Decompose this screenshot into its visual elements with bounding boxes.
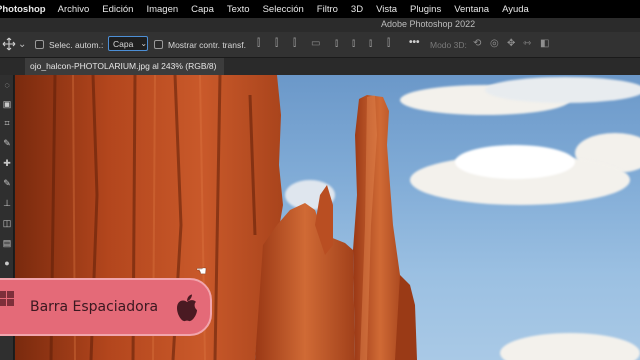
menu-view[interactable]: Vista (376, 4, 397, 15)
move-tool-icon[interactable] (2, 37, 16, 53)
lasso-tool-icon[interactable]: ◌ (1, 79, 13, 91)
apple-icon (174, 293, 200, 328)
eyedropper-tool-icon[interactable]: ✎ (1, 137, 13, 149)
object-select-tool-icon[interactable]: ▣ (1, 98, 13, 110)
document-tab[interactable]: ojo_halcon-PHOTOLARIUM.jpg al 243% (RGB/… (25, 58, 225, 75)
crop-tool-icon[interactable]: ⌗ (1, 117, 13, 129)
menu-type[interactable]: Texto (227, 4, 250, 15)
menu-plugins[interactable]: Plugins (410, 4, 441, 15)
options-bar: ⌄ Selec. autom.: Capa ⌄ Mostrar contr. t… (0, 32, 640, 58)
gradient-tool-icon[interactable]: ▤ (1, 237, 13, 249)
align-left-icon[interactable]: ⫿ (257, 38, 260, 50)
menu-window[interactable]: Ventana (454, 4, 489, 15)
orbit-3d-icon[interactable]: ⟲ (473, 38, 481, 50)
show-transform-checkbox[interactable] (154, 40, 163, 49)
align-right-icon[interactable]: ⫿ (293, 38, 296, 50)
auto-select-target-value: Capa (113, 38, 134, 49)
menu-bar: Photoshop Archivo Edición Imagen Capa Te… (0, 0, 640, 18)
chevron-down-icon: ⌄ (140, 39, 148, 48)
tool-preset-chevron-icon[interactable]: ⌄ (18, 39, 26, 51)
window-title-bar: Adobe Photoshop 2022 (0, 18, 640, 32)
dodge-tool-icon[interactable]: ● (1, 257, 13, 269)
hand-cursor-icon: ☚ (196, 264, 207, 278)
document-tab-label: ojo_halcon-PHOTOLARIUM.jpg al 243% (RGB/… (30, 61, 217, 71)
distribute-horizontal-icon[interactable]: ⫿ (387, 38, 390, 50)
menu-3d[interactable]: 3D (351, 4, 363, 15)
show-transform-label: Mostrar contr. transf. (168, 40, 246, 50)
distribute-vertical-icon[interactable]: ⫾ (369, 38, 372, 50)
menu-file[interactable]: Archivo (58, 4, 90, 15)
document-tab-bar: ojo_halcon-PHOTOLARIUM.jpg al 243% (RGB/… (0, 58, 640, 75)
keyboard-shortcut-overlay: Barra Espaciadora (0, 278, 212, 336)
shortcut-key-label: Barra Espaciadora (30, 299, 159, 315)
window-title: Adobe Photoshop 2022 (381, 19, 476, 29)
spot-healing-tool-icon[interactable]: ✚ (1, 157, 13, 169)
menu-app-name[interactable]: Photoshop (0, 4, 46, 15)
slide-3d-icon[interactable]: ⇿ (523, 38, 531, 50)
menu-filter[interactable]: Filtro (317, 4, 338, 15)
more-icon[interactable]: ••• (409, 37, 420, 49)
menu-select[interactable]: Selección (263, 4, 304, 15)
menu-image[interactable]: Imagen (146, 4, 178, 15)
menu-layer[interactable]: Capa (191, 4, 214, 15)
mode3d-label: Modo 3D: (430, 40, 467, 50)
auto-select-target-dropdown[interactable]: Capa ⌄ (108, 36, 148, 51)
clone-stamp-tool-icon[interactable]: ⊥ (1, 197, 13, 209)
align-top-icon[interactable]: ▭ (311, 38, 320, 50)
auto-select-checkbox[interactable] (35, 40, 44, 49)
align-vertical-center-icon[interactable]: ⫾ (335, 38, 338, 50)
auto-select-label: Selec. autom.: (49, 40, 104, 50)
brush-tool-icon[interactable]: ✎ (1, 177, 13, 189)
align-bottom-icon[interactable]: ⫾ (352, 38, 355, 50)
menu-edit[interactable]: Edición (102, 4, 133, 15)
menu-help[interactable]: Ayuda (502, 4, 529, 15)
pan-3d-icon[interactable]: ✥ (507, 38, 515, 50)
windows-icon (0, 290, 14, 313)
scale-3d-icon[interactable]: ◧ (540, 38, 549, 50)
align-center-icon[interactable]: ⫿ (275, 38, 278, 50)
eraser-tool-icon[interactable]: ◫ (1, 217, 13, 229)
roll-3d-icon[interactable]: ◎ (490, 38, 499, 50)
